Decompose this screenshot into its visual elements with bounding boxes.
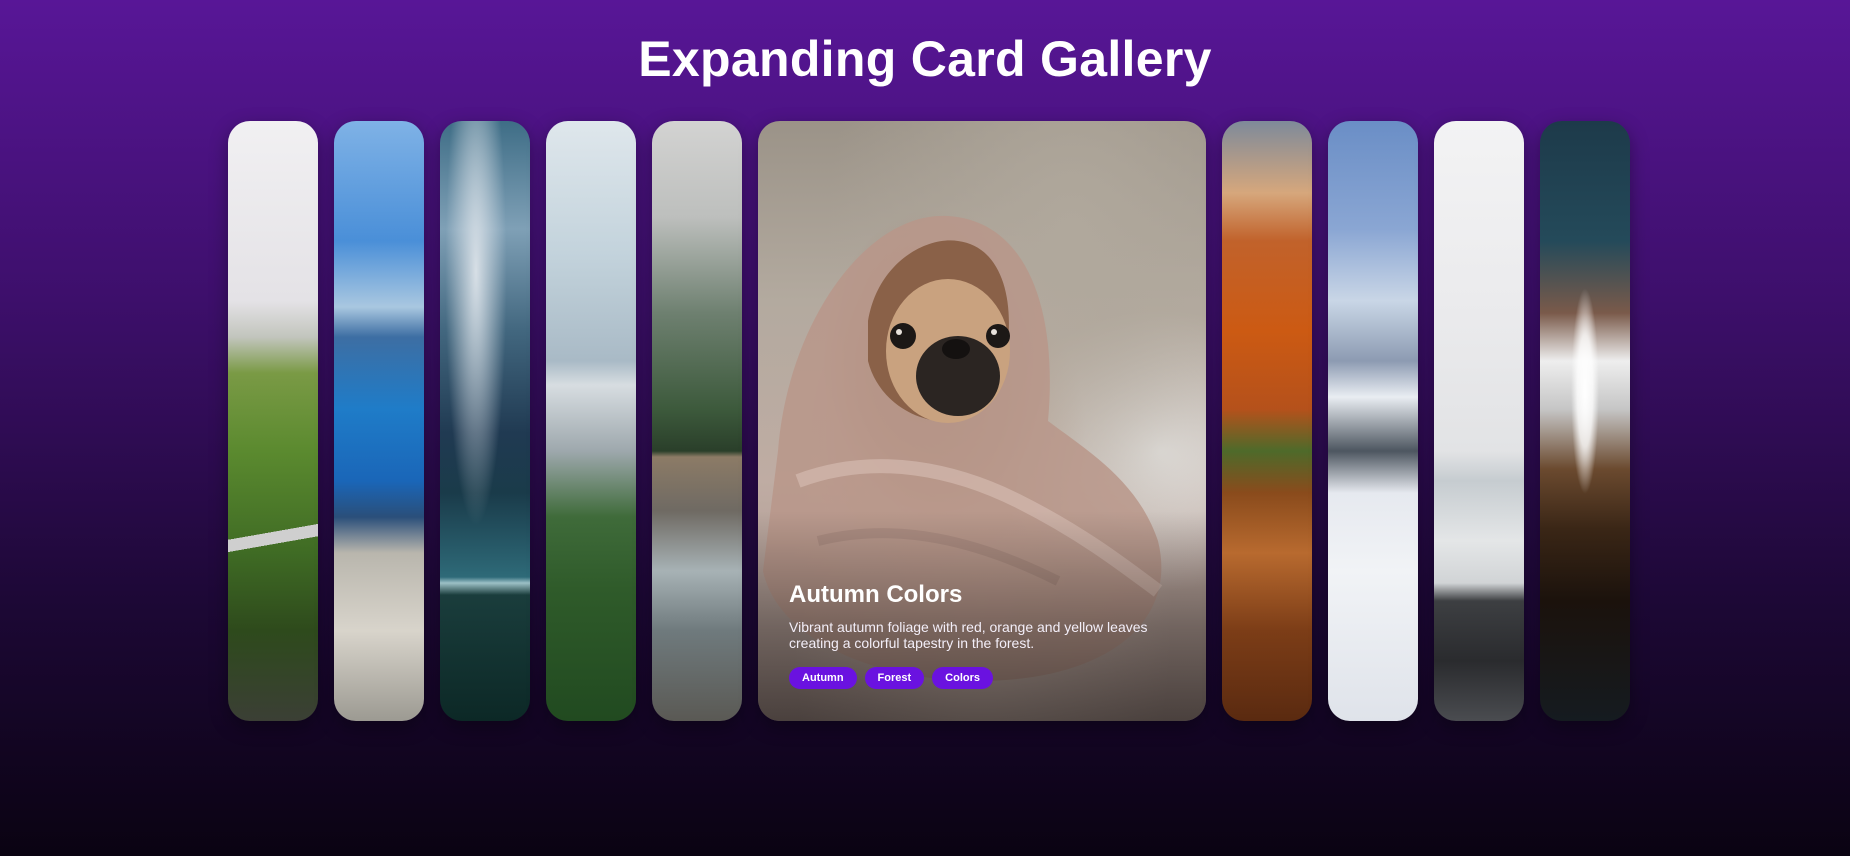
- gallery-card-2[interactable]: [334, 121, 424, 721]
- gallery-card-3[interactable]: [440, 121, 530, 721]
- card-image-stormy-sea: [440, 121, 530, 721]
- card-description: Vibrant autumn foliage with red, orange …: [789, 619, 1148, 651]
- card-image-misty-beach: [1434, 121, 1524, 721]
- gallery-card-6-expanded[interactable]: Autumn Colors Vibrant autumn foliage wit…: [758, 121, 1206, 721]
- card-title: Autumn Colors: [789, 581, 963, 608]
- card-gallery: Autumn Colors Vibrant autumn foliage wit…: [228, 121, 1630, 721]
- tag-colors[interactable]: Colors: [932, 667, 994, 689]
- gallery-card-4[interactable]: [546, 121, 636, 721]
- card-image-river-hiker: [652, 121, 742, 721]
- card-image-castle: [546, 121, 636, 721]
- gallery-card-7[interactable]: [1222, 121, 1312, 721]
- card-image-snowy-mountain: [1328, 121, 1418, 721]
- card-image-orange-canyon: [1222, 121, 1312, 721]
- tag-forest[interactable]: Forest: [864, 667, 925, 689]
- gallery-card-1[interactable]: [228, 121, 318, 721]
- gallery-card-9[interactable]: [1434, 121, 1524, 721]
- card-image-green-hills: [228, 121, 318, 721]
- gallery-card-8[interactable]: [1328, 121, 1418, 721]
- gallery-card-10[interactable]: [1540, 121, 1630, 721]
- card-image-fjord: [334, 121, 424, 721]
- card-content: Autumn Colors Vibrant autumn foliage wit…: [789, 581, 1176, 689]
- card-tags: Autumn Forest Colors: [789, 667, 1176, 689]
- card-image-coffee: [1540, 121, 1630, 721]
- tag-autumn[interactable]: Autumn: [789, 667, 857, 689]
- page-title: Expanding Card Gallery: [638, 31, 1212, 87]
- gallery-card-5[interactable]: [652, 121, 742, 721]
